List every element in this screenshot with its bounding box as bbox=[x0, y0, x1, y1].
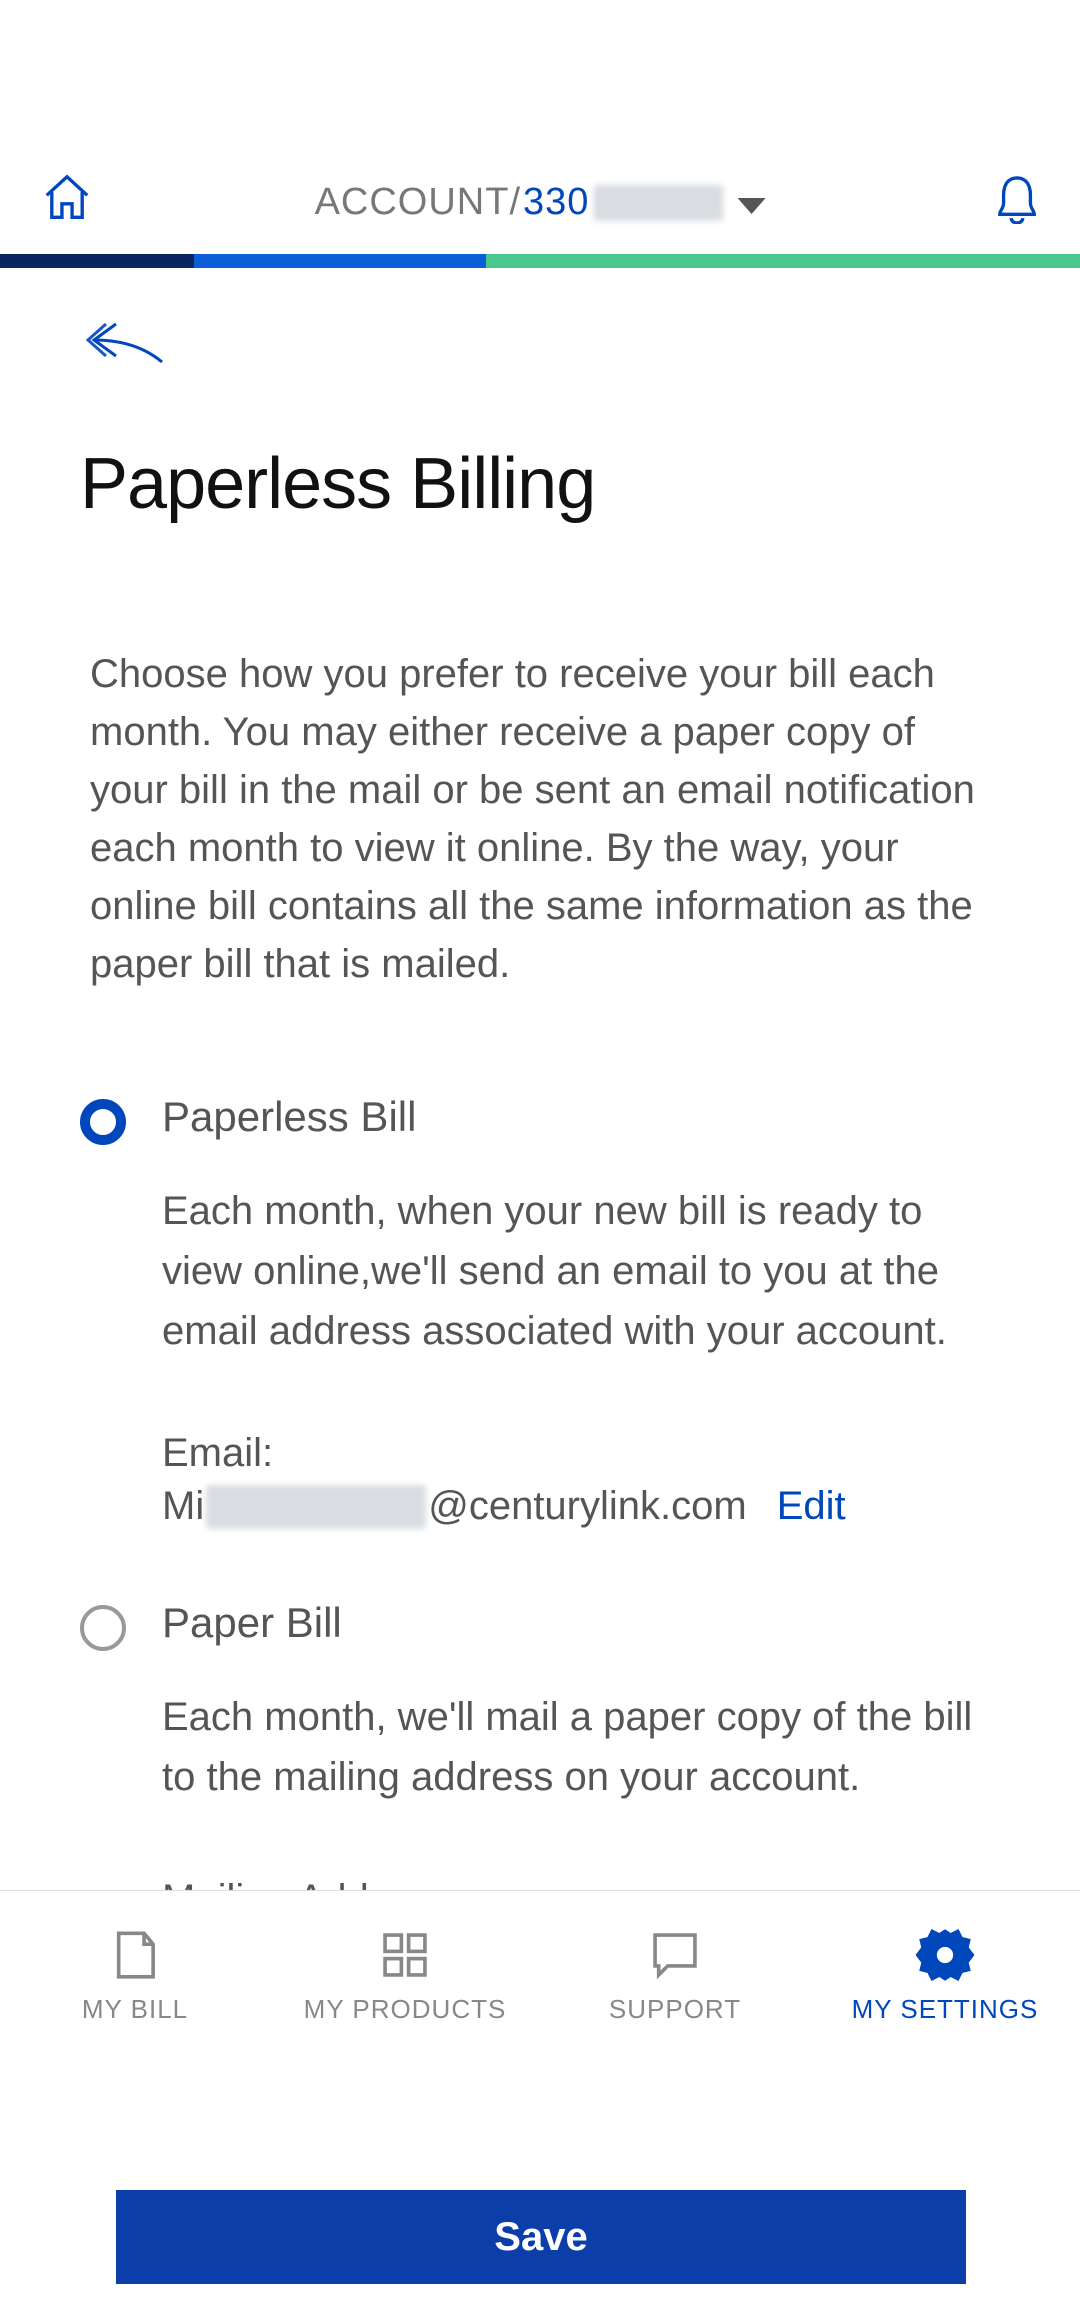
grid-icon bbox=[375, 1926, 435, 1984]
nav-my-products[interactable]: MY PRODUCTS bbox=[270, 1891, 540, 2060]
progress-strip bbox=[0, 254, 1080, 268]
edit-email-link[interactable]: Edit bbox=[777, 1484, 846, 1529]
account-number-masked bbox=[593, 185, 723, 221]
home-icon[interactable] bbox=[40, 170, 94, 224]
notification-bell-icon[interactable] bbox=[994, 174, 1040, 224]
save-button[interactable]: Save bbox=[116, 2190, 966, 2284]
app-header: ACCOUNT/ 330 bbox=[0, 0, 1080, 254]
email-label: Email: bbox=[162, 1431, 1000, 1476]
chat-icon bbox=[645, 1926, 705, 1984]
page-title: Paperless Billing bbox=[80, 443, 1000, 525]
radio-paperless[interactable] bbox=[80, 1099, 126, 1145]
email-masked bbox=[206, 1485, 426, 1529]
nav-label: SUPPORT bbox=[609, 1994, 741, 2025]
email-suffix: @centurylink.com bbox=[428, 1484, 746, 1529]
bottom-nav: MY BILL MY PRODUCTS SUPPORT bbox=[0, 1890, 1080, 2060]
bill-icon bbox=[105, 1926, 165, 1984]
chevron-down-icon bbox=[737, 198, 765, 214]
nav-label: MY PRODUCTS bbox=[304, 1994, 507, 2025]
gear-icon bbox=[915, 1926, 975, 1984]
nav-my-bill[interactable]: MY BILL bbox=[0, 1891, 270, 2060]
account-number: 330 bbox=[523, 181, 723, 224]
radio-paper[interactable] bbox=[80, 1605, 126, 1651]
option-paper-desc: Each month, we'll mail a paper copy of t… bbox=[162, 1687, 1000, 1807]
nav-my-settings[interactable]: MY SETTINGS bbox=[810, 1891, 1080, 2060]
option-paper-title: Paper Bill bbox=[162, 1599, 1000, 1647]
nav-support[interactable]: SUPPORT bbox=[540, 1891, 810, 2060]
account-selector[interactable]: ACCOUNT/ 330 bbox=[315, 181, 766, 224]
option-paperless-title: Paperless Bill bbox=[162, 1093, 1000, 1141]
option-paperless-desc: Each month, when your new bill is ready … bbox=[162, 1181, 1000, 1361]
back-arrow-icon[interactable] bbox=[86, 318, 166, 368]
account-prefix-label: ACCOUNT/ bbox=[315, 181, 521, 224]
nav-label: MY BILL bbox=[82, 1994, 188, 2025]
intro-text: Choose how you prefer to receive your bi… bbox=[80, 645, 1000, 993]
nav-label: MY SETTINGS bbox=[852, 1994, 1039, 2025]
option-paperless: Paperless Bill Each month, when your new… bbox=[80, 1093, 1000, 1529]
email-prefix: Mi bbox=[162, 1484, 204, 1529]
email-value-row: Mi @centurylink.com Edit bbox=[162, 1484, 1000, 1529]
